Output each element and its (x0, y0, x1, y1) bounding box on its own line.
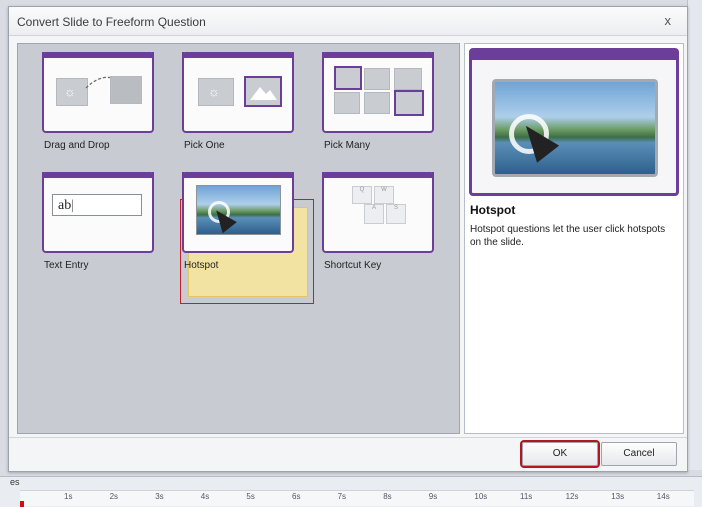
timeline-tick: 2s (109, 492, 119, 501)
key-q: Q (352, 186, 372, 204)
question-type-grid: ☼ Drag and Drop ☼ Pick One Pick Many ab|… (17, 43, 460, 434)
preview-description: Hotspot questions let the user click hot… (470, 224, 666, 248)
timeline-tick: 3s (155, 492, 164, 501)
key-a: A (364, 204, 384, 224)
preview-panel: Hotspot Hotspot questions let the user c… (464, 43, 684, 434)
timeline-panel: es 1s 2s 3s 4s 5s 6s 7s 8s 9s 10s 11s 12s 13s 14s (0, 476, 702, 507)
pick-one-icon: ☼ (182, 52, 294, 133)
text-entry-icon: ab| (42, 172, 154, 253)
question-type-pick-many[interactable]: Pick Many (322, 52, 434, 157)
timeline-tick: 7s (337, 492, 347, 501)
timeline-tick: 1s (64, 492, 73, 501)
timeline-tick: 5s (246, 492, 255, 501)
background-window-edge (687, 0, 702, 470)
playhead-marker[interactable] (20, 501, 24, 507)
ok-button[interactable]: OK (520, 440, 600, 468)
shortcut-key-icon: Q W A S (322, 172, 434, 253)
question-type-shortcut-key[interactable]: Q W A S Shortcut Key (322, 172, 434, 277)
close-icon[interactable]: x (665, 13, 672, 28)
tile-label: Pick Many (324, 140, 371, 151)
timeline-tick: 13s (611, 492, 625, 501)
selected-image-icon (334, 66, 362, 90)
timeline-tick: 12s (565, 492, 579, 501)
key-w: W (374, 186, 394, 204)
landscape-image (196, 185, 281, 235)
timeline-tick: 6s (292, 492, 301, 501)
tile-label: Text Entry (44, 260, 89, 271)
preview-landscape-image (492, 79, 658, 177)
tile-label: Drag and Drop (44, 140, 110, 151)
timeline-tick: 14s (656, 492, 670, 501)
tile-label: Pick One (184, 140, 225, 151)
convert-question-dialog: Convert Slide to Freeform Question x ☼ D… (8, 6, 688, 472)
tile-label: Shortcut Key (324, 260, 382, 271)
hotspot-icon (182, 172, 294, 253)
question-type-drag-and-drop[interactable]: ☼ Drag and Drop (42, 52, 154, 157)
key-s: S (386, 204, 406, 224)
timeline-tick: 4s (200, 492, 210, 501)
preview-title: Hotspot (470, 203, 516, 217)
mountain-icon (250, 87, 277, 100)
text-entry-sample-text: ab (58, 198, 72, 213)
drag-drop-icon: ☼ (42, 52, 154, 133)
cancel-button[interactable]: Cancel (601, 442, 677, 466)
drop-target-icon (110, 76, 142, 104)
person-image-icon (364, 68, 390, 90)
timeline-tick: 11s (520, 492, 533, 501)
timeline-ruler[interactable]: 1s 2s 3s 4s 5s 6s 7s 8s 9s 10s 11s 12s 13s 14s (20, 490, 694, 506)
question-type-pick-one[interactable]: ☼ Pick One (182, 52, 294, 157)
selected-mountain-icon (394, 90, 424, 116)
timeline-tick: 8s (383, 492, 392, 501)
timeline-label: es (10, 477, 20, 487)
text-field-sample: ab| (52, 194, 142, 216)
pick-many-icon (322, 52, 434, 133)
building-image-icon (394, 68, 422, 90)
question-type-hotspot[interactable]: Hotspot (182, 172, 294, 277)
dialog-titlebar: Convert Slide to Freeform Question x (9, 7, 687, 36)
image-placeholder-icon: ☼ (198, 78, 234, 106)
dialog-title: Convert Slide to Freeform Question (17, 15, 206, 29)
tile-label: Hotspot (184, 260, 219, 271)
vehicle-image-icon (364, 92, 390, 114)
selected-image-icon (244, 76, 282, 107)
question-type-text-entry[interactable]: ab| Text Entry (42, 172, 154, 277)
timeline-tick: 10s (474, 492, 488, 501)
footer-divider (9, 437, 687, 438)
flower-image-icon (334, 92, 360, 114)
preview-thumbnail (469, 48, 679, 196)
timeline-tick: 9s (428, 492, 438, 501)
